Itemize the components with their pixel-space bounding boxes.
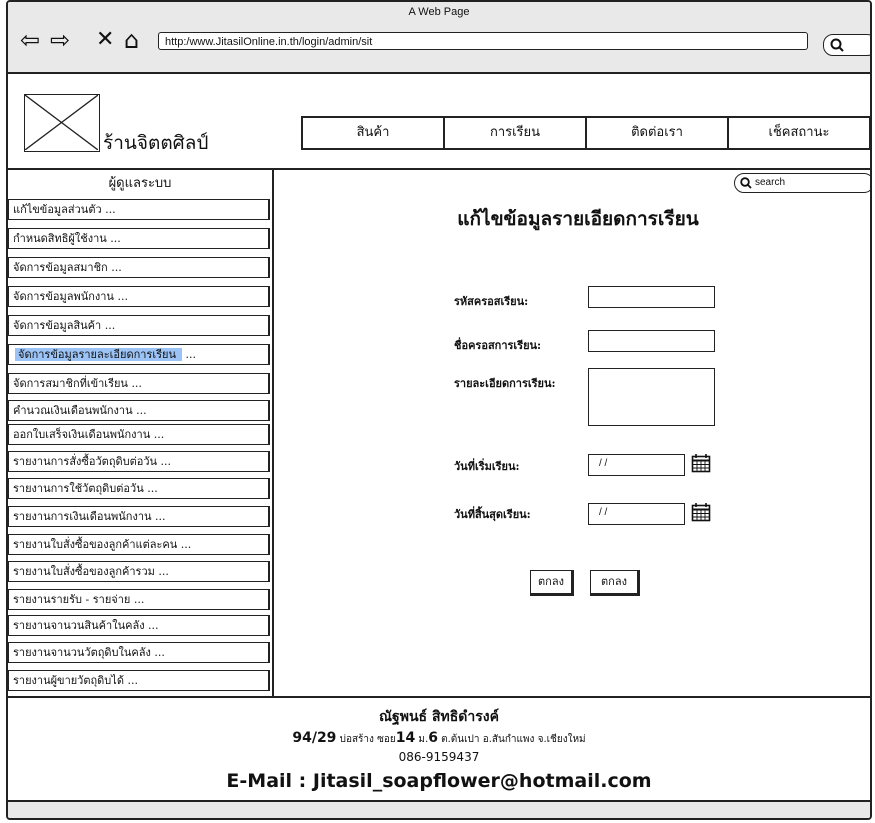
- nav-courses[interactable]: การเรียน: [445, 118, 587, 148]
- browser-window: A Web Page ⇦ ⇨ ✕ ⌂ http:/www.JitasilOnli…: [6, 0, 872, 820]
- footer-address: 94/29 บ่อสร้าง ซอย14 ม.6 ต.ต้นเปา อ.สันก…: [8, 730, 870, 747]
- house-number: 94/29: [292, 730, 337, 746]
- home-icon[interactable]: ⌂: [124, 28, 139, 52]
- sidebar-divider: [272, 170, 274, 696]
- sidebar-item-daily-usage-report[interactable]: รายงานการใช้วัตถุดิบต่อวัน ...: [8, 478, 270, 499]
- sidebar-item-edit-profile[interactable]: แก้ไขข้อมูลส่วนตัว ...: [8, 199, 270, 220]
- search-icon: [830, 38, 844, 52]
- end-date-field[interactable]: / /: [588, 503, 685, 525]
- sidebar-item-total-order-report[interactable]: รายงานใบสั่งซื้อของลูกค้ารวม ...: [8, 561, 270, 582]
- start-date-field[interactable]: / /: [588, 454, 685, 476]
- sidebar-item-supplier-report[interactable]: รายงานผู้ขายวัตถุดิบได้ ...: [8, 670, 270, 691]
- soi-number: 14: [395, 730, 416, 746]
- nav-check-status[interactable]: เช็คสถานะ: [729, 118, 869, 148]
- site-header: ร้านจิตตศิลป์ สินค้า การเรียน ติดต่อเรา …: [8, 74, 870, 170]
- course-name-field[interactable]: [588, 330, 715, 352]
- sidebar-item-customer-order-report[interactable]: รายงานใบสั่งซื้อของลูกค้าแต่ละคน ...: [8, 534, 270, 555]
- confirm-button-secondary[interactable]: ตกลง: [590, 570, 640, 596]
- sidebar-item-products[interactable]: จัดการข้อมูลสินค้า ...: [8, 315, 270, 336]
- footer-owner-name: ณัฐพนธ์ สิทธิดำรงค์: [379, 709, 499, 725]
- calendar-icon[interactable]: [691, 502, 711, 522]
- browser-toolbar: A Web Page ⇦ ⇨ ✕ ⌂ http:/www.JitasilOnli…: [8, 2, 870, 74]
- search-input[interactable]: search: [734, 173, 870, 193]
- sidebar-item-salary-receipt[interactable]: ออกใบเสร็จเงินเดือนพนักงาน ...: [8, 424, 270, 445]
- browser-search-button[interactable]: [823, 34, 870, 56]
- moo-number: 6: [428, 730, 438, 746]
- close-icon[interactable]: ✕: [96, 28, 114, 52]
- sidebar-item-salary-report[interactable]: รายงานการเงินเดือนพนักงาน ...: [8, 506, 270, 527]
- back-arrow-icon[interactable]: ⇦: [20, 28, 40, 52]
- course-name-label: ชื่อครอสการเรียน:: [454, 339, 542, 352]
- address-part: ม.: [415, 734, 429, 745]
- sidebar-item-product-stock-report[interactable]: รายงานจานวนสินค้าในคลัง ...: [8, 615, 270, 636]
- footer-email: E-Mail : Jitasil_soapflower@hotmail.com: [226, 770, 652, 792]
- form-title: แก้ไขข้อมูลรายเอียดการเรียน: [457, 208, 699, 230]
- sidebar-item-material-stock-report[interactable]: รายงานจานวนวัตถุดิบในคลัง ...: [8, 642, 270, 663]
- forward-arrow-icon[interactable]: ⇨: [50, 28, 70, 52]
- admin-sidebar: ผู้ดูแลระบบ แก้ไขข้อมูลส่วนตัว ... กำหนด…: [8, 170, 272, 696]
- url-bar[interactable]: http:/www.JitasilOnline.in.th/login/admi…: [158, 32, 808, 50]
- search-placeholder: search: [755, 177, 786, 188]
- search-icon: [740, 177, 752, 189]
- sidebar-title: ผู้ดูแลระบบ: [108, 176, 172, 191]
- confirm-button[interactable]: ตกลง: [530, 570, 574, 596]
- start-date-label: วันที่เริ่มเรียน:: [454, 460, 520, 473]
- course-code-label: รหัสครอสเรียน:: [454, 295, 529, 308]
- sidebar-item-more: ...: [185, 348, 196, 361]
- browser-status-bar: [8, 802, 870, 818]
- site-footer: ณัฐพนธ์ สิทธิดำรงค์ 94/29 บ่อสร้าง ซอย14…: [8, 696, 870, 802]
- course-code-field[interactable]: [588, 286, 715, 308]
- window-title: A Web Page: [408, 6, 470, 18]
- calendar-icon[interactable]: [691, 453, 711, 473]
- shop-name: ร้านจิตตศิลป์: [103, 132, 209, 154]
- course-detail-label: รายละเอียดการเรียน:: [454, 377, 556, 390]
- sidebar-item-members[interactable]: จัดการข้อมูลสมาชิก ...: [8, 257, 270, 278]
- sidebar-item-income-expense-report[interactable]: รายงานรายรับ - รายจ่าย ...: [8, 589, 270, 610]
- sidebar-item-user-permissions[interactable]: กำหนดสิทธิผู้ใช้งาน ...: [8, 228, 270, 249]
- logo-image-placeholder: [24, 94, 100, 152]
- nav-products[interactable]: สินค้า: [303, 118, 445, 148]
- sidebar-item-employees[interactable]: จัดการข้อมูลพนักงาน ...: [8, 286, 270, 307]
- sidebar-item-course-details-label: จัดการข้อมูลรายละเอียดการเรียน: [15, 348, 182, 361]
- course-detail-textarea[interactable]: [588, 368, 715, 426]
- address-part: ต.ต้นเปา อ.สันกำแพง จ.เชียงใหม่: [437, 734, 586, 745]
- sidebar-item-enrolled-members[interactable]: จัดการสมาชิกที่เข้าเรียน ...: [8, 373, 270, 394]
- sidebar-item-salary-calc[interactable]: คำนวณเงินเดือนพนักงาน ...: [8, 400, 270, 421]
- sidebar-item-daily-purchase-report[interactable]: รายงานการสั่งซื้อวัตถุดิบต่อวัน ...: [8, 451, 270, 472]
- footer-phone: 086-9159437: [398, 750, 480, 764]
- top-navigation: สินค้า การเรียน ติดต่อเรา เช็คสถานะ: [301, 116, 870, 150]
- sidebar-item-course-details[interactable]: จัดการข้อมูลรายละเอียดการเรียน ...: [8, 344, 270, 365]
- image-placeholder-icon: [25, 95, 98, 150]
- nav-contact[interactable]: ติดต่อเรา: [587, 118, 729, 148]
- address-part: บ่อสร้าง ซอย: [336, 734, 396, 745]
- end-date-label: วันที่สิ้นสุดเรียน:: [454, 508, 531, 521]
